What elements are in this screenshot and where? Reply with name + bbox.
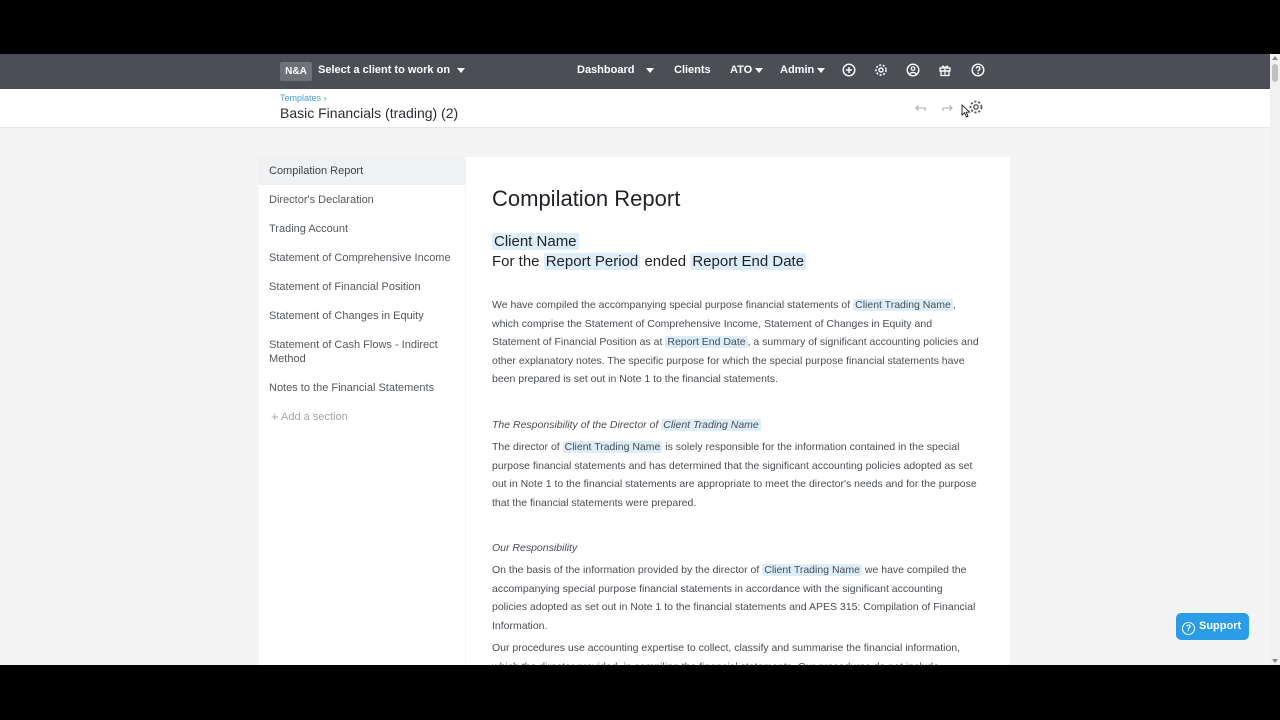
responsibility-heading-text: The Responsibility of the Director of [492, 419, 659, 431]
client-select-label: Select a client to work on [318, 64, 451, 76]
add-section-button[interactable]: + Add a section [271, 409, 348, 424]
sidebar-item-comprehensive-income[interactable]: Statement of Comprehensive Income [259, 251, 465, 265]
sidebar-item-compilation-report[interactable]: Compilation Report [259, 157, 465, 185]
plus-circle-icon[interactable] [842, 63, 856, 77]
sidebar-item-cash-flows[interactable]: Statement of Cash Flows - Indirect Metho… [259, 338, 449, 366]
nav-ato[interactable]: ATO [730, 64, 764, 76]
sidebar-item-trading-account[interactable]: Trading Account [259, 222, 465, 236]
sections-sidebar: Compilation Report Director's Declaratio… [259, 157, 465, 665]
video-letterbox-top [0, 0, 1280, 54]
paragraph-procedures: Our procedures use accounting expertise … [492, 642, 961, 665]
nav-admin[interactable]: Admin [780, 64, 826, 76]
paragraph-director: The director of Client Trading Name is s… [492, 438, 980, 512]
help-icon: ? [1182, 622, 1195, 635]
responsibility-heading: The Responsibility of the Director of Cl… [492, 419, 761, 431]
paragraph-our-responsibility: On the basis of the information provided… [492, 561, 980, 635]
p2-text-a: The director of [492, 441, 560, 453]
client-trading-name-field[interactable]: Client Trading Name [562, 441, 663, 453]
support-label: Support [1199, 620, 1242, 632]
chevron-down-icon [646, 67, 654, 73]
mouse-cursor-icon [961, 104, 971, 118]
p1-text-a: We have compiled the accompanying specia… [492, 299, 851, 311]
scrollbar-thumb[interactable] [1272, 64, 1278, 82]
logo[interactable]: N&A [280, 62, 312, 81]
client-name-line: Client Name [492, 233, 579, 250]
paragraph-intro: We have compiled the accompanying specia… [492, 296, 980, 389]
our-responsibility-heading: Our Responsibility [492, 542, 578, 554]
undo-icon[interactable] [912, 100, 928, 116]
page-scrollbar[interactable] [1270, 54, 1280, 665]
sidebar-item-notes[interactable]: Notes to the Financial Statements [259, 381, 465, 395]
sidebar-item-financial-position[interactable]: Statement of Financial Position [259, 280, 465, 294]
p3-text-a: On the basis of the information provided… [492, 564, 760, 576]
video-letterbox-bottom [0, 665, 1280, 720]
breadcrumb[interactable]: Templates › [280, 93, 327, 103]
client-trading-name-field[interactable]: Client Trading Name [661, 419, 761, 431]
for-the-text: For the [492, 253, 540, 270]
client-trading-name-field[interactable]: Client Trading Name [762, 564, 862, 576]
nav-admin-label: Admin [780, 64, 815, 76]
gift-icon[interactable] [938, 63, 952, 77]
plus-icon: + [271, 409, 279, 424]
top-navbar: N&A Select a client to work on Dashboard… [0, 54, 1270, 89]
client-trading-name-field[interactable]: Client Trading Name [853, 299, 953, 311]
document-heading: Compilation Report [492, 186, 681, 211]
sidebar-item-directors-declaration[interactable]: Director's Declaration [259, 193, 465, 207]
app-window: N&A Select a client to work on Dashboard… [0, 54, 1280, 665]
user-icon[interactable] [906, 63, 920, 77]
report-end-date-field[interactable]: Report End Date [665, 336, 748, 349]
nav-dashboard[interactable]: Dashboard [577, 64, 634, 76]
gear-icon[interactable] [874, 63, 888, 77]
support-button[interactable]: ? Support [1176, 613, 1249, 640]
nav-dashboard-menu[interactable] [646, 64, 654, 76]
scroll-down-arrow-icon[interactable] [1272, 659, 1278, 663]
sidebar-item-changes-in-equity[interactable]: Statement of Changes in Equity [259, 309, 465, 323]
document-editor[interactable]: Compilation Report Client Name For the R… [466, 157, 1010, 665]
page-title: Basic Financials (trading) (2) [280, 105, 459, 121]
nav-clients[interactable]: Clients [674, 64, 711, 76]
ended-text: ended [644, 253, 687, 270]
report-period-field[interactable]: Report Period [543, 253, 641, 270]
report-end-date-field[interactable]: Report End Date [690, 253, 807, 270]
nav-ato-label: ATO [730, 64, 753, 76]
add-section-label: Add a section [281, 411, 348, 423]
period-line: For the Report Period ended Report End D… [492, 253, 807, 270]
scroll-up-arrow-icon[interactable] [1272, 56, 1278, 60]
chevron-down-icon [457, 67, 466, 73]
chevron-down-icon [755, 67, 764, 73]
redo-icon[interactable] [940, 100, 956, 116]
client-name-field[interactable]: Client Name [492, 233, 579, 250]
page-header: Templates › Basic Financials (trading) (… [0, 89, 1270, 128]
chevron-down-icon [817, 67, 826, 73]
help-icon[interactable] [971, 63, 985, 77]
client-select-dropdown[interactable]: Select a client to work on [318, 64, 466, 76]
